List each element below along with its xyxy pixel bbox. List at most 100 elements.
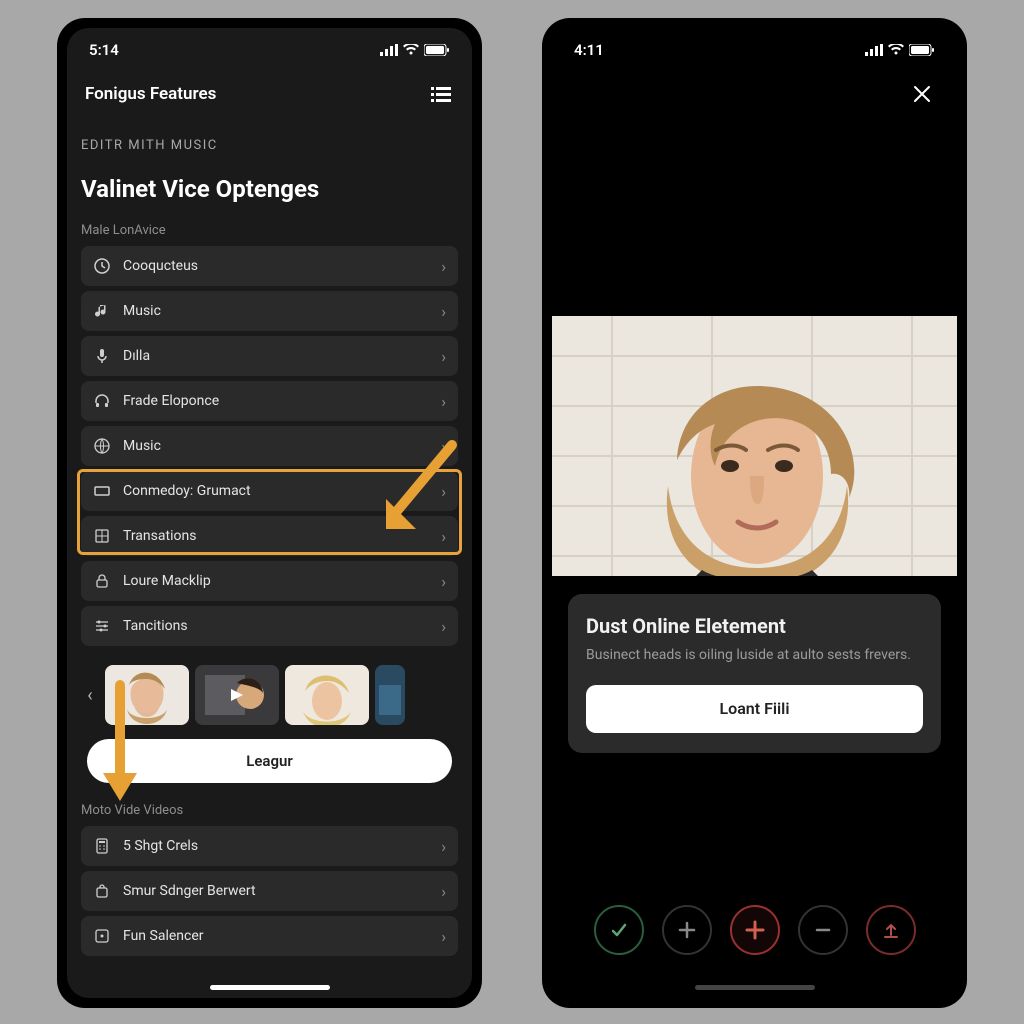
header: Fonigus Features <box>67 72 472 116</box>
phone-right: 4:11 <box>542 18 967 1008</box>
battery-icon <box>909 44 935 56</box>
feature-label: 5 Shgt Crels <box>123 838 441 854</box>
bag-icon <box>93 882 111 900</box>
sheet-cta-button[interactable]: Loant Fiili <box>586 685 923 733</box>
feature-label: Transations <box>123 528 441 544</box>
section-label: Male LonAvice <box>81 223 458 238</box>
grid-icon <box>93 527 111 545</box>
sheet-body: Businect heads is oiling luside at aulto… <box>586 646 923 665</box>
status-icons <box>865 44 935 56</box>
sheet-cta-label: Loant Fiili <box>719 699 789 718</box>
feature-row[interactable]: Smur Sdnger Berwert› <box>81 871 458 911</box>
preview-image <box>552 316 957 576</box>
feature-label: Fun Salencer <box>123 928 441 944</box>
home-indicator <box>210 985 330 990</box>
home-indicator <box>695 985 815 990</box>
chevron-right-icon: › <box>441 527 446 546</box>
close-icon[interactable] <box>909 81 935 107</box>
thumbnail-image <box>375 665 405 725</box>
chevron-right-icon: › <box>441 392 446 411</box>
header-title: Fonigus Features <box>85 84 216 104</box>
feature-label: Frade Eloponce <box>123 393 441 409</box>
spacer <box>552 753 957 865</box>
clock-icon <box>93 257 111 275</box>
feature-row[interactable]: Cooqucteus› <box>81 246 458 286</box>
feature-row[interactable]: Music› <box>81 426 458 466</box>
chevron-right-icon: › <box>441 927 446 946</box>
wifi-icon <box>403 44 419 56</box>
music-note-icon <box>93 302 111 320</box>
feature-row[interactable]: Fun Salencer› <box>81 916 458 956</box>
info-sheet: Dust Online Eletement Businect heads is … <box>568 594 941 753</box>
status-bar: 5:14 <box>67 28 472 72</box>
feature-row[interactable]: Dılla› <box>81 336 458 376</box>
minus-button[interactable] <box>798 905 848 955</box>
lock-icon <box>93 572 111 590</box>
status-bar: 4:11 <box>552 28 957 72</box>
thumbnail[interactable] <box>105 665 189 725</box>
phone-left: 5:14 Fonigus Features EDITR MITH MUSIC V… <box>57 18 482 1008</box>
upload-button[interactable] <box>866 905 916 955</box>
chevron-right-icon: › <box>441 437 446 456</box>
chevron-right-icon: › <box>441 482 446 501</box>
video-preview[interactable] <box>552 316 957 576</box>
chevron-right-icon: › <box>441 347 446 366</box>
pill-wrap: Leagur <box>81 739 458 783</box>
feature-label: Music <box>123 303 441 319</box>
eyebrow-label: EDITR MITH MUSIC <box>81 138 458 153</box>
feature-row[interactable]: Frade Eloponce› <box>81 381 458 421</box>
thumbnail[interactable] <box>375 665 405 725</box>
mic-icon <box>93 347 111 365</box>
sliders-icon <box>93 617 111 635</box>
primary-button-label: Leagur <box>246 752 293 770</box>
feature-row[interactable]: Tancitions› <box>81 606 458 646</box>
chevron-right-icon: › <box>441 882 446 901</box>
square-dot-icon <box>93 927 111 945</box>
feature-row[interactable]: Music› <box>81 291 458 331</box>
signal-icon <box>865 44 883 56</box>
page-title: Valinet Vice Optenges <box>81 175 458 203</box>
sheet-title: Dust Online Eletement <box>586 614 923 638</box>
plus-icon <box>744 919 766 941</box>
chevron-right-icon: › <box>441 617 446 636</box>
accept-button[interactable] <box>594 905 644 955</box>
chevron-right-icon: › <box>441 302 446 321</box>
features-scroll: EDITR MITH MUSIC Valinet Vice Optenges M… <box>67 116 472 985</box>
status-time: 4:11 <box>574 41 604 59</box>
phone-inner-left: 5:14 Fonigus Features EDITR MITH MUSIC V… <box>67 28 472 998</box>
feature-label: Music <box>123 438 441 454</box>
wifi-icon <box>888 44 904 56</box>
thumbnail-image <box>105 665 189 725</box>
headphones-icon <box>93 392 111 410</box>
rows-group: Cooqucteus› Music› Dılla› Frade Eloponce… <box>81 246 458 651</box>
reject-button[interactable] <box>730 905 780 955</box>
feature-row[interactable]: Conmedoy: Grumact› <box>81 471 458 511</box>
primary-button[interactable]: Leagur <box>87 739 452 783</box>
section-label-2: Moto Vide Videos <box>81 803 458 818</box>
calc-icon <box>93 837 111 855</box>
feature-row[interactable]: Loure Macklip› <box>81 561 458 601</box>
status-icons <box>380 44 450 56</box>
add-button[interactable] <box>662 905 712 955</box>
thumbnail[interactable] <box>195 665 279 725</box>
strip-prev[interactable]: ‹ <box>81 665 99 725</box>
feature-row[interactable]: 5 Shgt Crels› <box>81 826 458 866</box>
feature-label: Loure Macklip <box>123 573 441 589</box>
feature-row[interactable]: Transations› <box>81 516 458 556</box>
feature-label: Smur Sdnger Berwert <box>123 883 441 899</box>
chevron-right-icon: › <box>441 572 446 591</box>
list-icon[interactable] <box>428 81 454 107</box>
upload-icon <box>882 921 900 939</box>
thumbnail[interactable] <box>285 665 369 725</box>
chevron-right-icon: › <box>441 837 446 856</box>
check-icon <box>609 920 629 940</box>
plus-icon <box>678 921 696 939</box>
feature-label: Dılla <box>123 348 441 364</box>
right-content: Dust Online Eletement Businect heads is … <box>552 116 957 985</box>
feature-label: Cooqucteus <box>123 258 441 274</box>
thumbnail-image <box>285 665 369 725</box>
rect-icon <box>93 482 111 500</box>
control-bar <box>552 865 957 985</box>
phone-inner-right: 4:11 <box>552 28 957 998</box>
thumbnail-strip: ‹ <box>81 665 458 725</box>
